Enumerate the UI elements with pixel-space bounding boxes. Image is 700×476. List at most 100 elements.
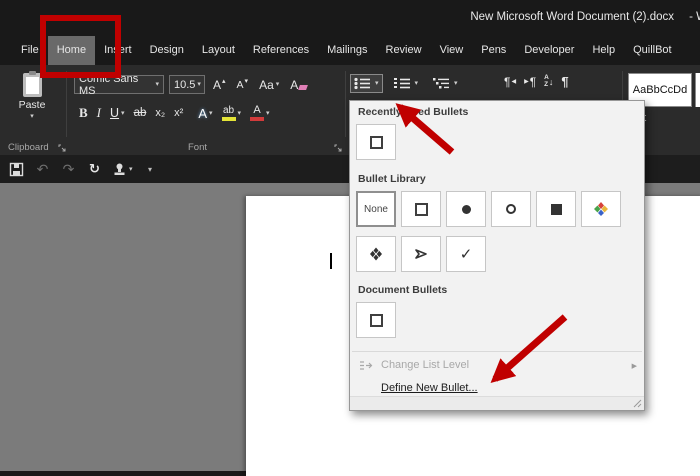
document-bullets-header: Document Bullets <box>358 284 448 296</box>
numbered-list-icon <box>393 78 410 89</box>
bullet-tile-arrowhead[interactable] <box>401 236 441 272</box>
tab-layout[interactable]: Layout <box>193 36 244 65</box>
bullets-chevron-icon: ▾ <box>375 80 379 87</box>
diamond-cluster-bullet-icon <box>370 247 382 261</box>
ink-tool-button[interactable]: ▾ <box>112 159 133 179</box>
resize-grip-icon[interactable] <box>633 399 642 408</box>
recently-used-header: Recently Used Bullets <box>358 106 469 118</box>
tab-references[interactable]: References <box>244 36 318 65</box>
bullet-tile-checkmark[interactable]: ✓ <box>446 236 486 272</box>
redo-button[interactable]: ↷ <box>60 159 77 179</box>
tab-file[interactable]: File <box>12 36 48 65</box>
sort-button[interactable]: A Z ↓ <box>544 74 554 88</box>
bullet-tile-diamond-cluster[interactable] <box>356 236 396 272</box>
paste-button[interactable]: Paste ▾ <box>8 71 56 139</box>
ltr-direction-button[interactable]: ¶ ◀ <box>504 75 516 89</box>
tab-design[interactable]: Design <box>141 36 193 65</box>
filled-circle-bullet-icon <box>461 204 471 214</box>
grow-font-glyph: A <box>213 77 222 92</box>
tab-help[interactable]: Help <box>583 36 624 65</box>
multilevel-list-button[interactable]: ▾ <box>429 74 462 93</box>
tab-home[interactable]: Home <box>39 15 122 78</box>
arrowhead-bullet-icon <box>414 249 427 259</box>
strikethrough-button[interactable]: ab <box>131 103 150 123</box>
show-hide-pilcrow-button[interactable]: ¶ <box>561 74 568 89</box>
numbering-button[interactable]: ▾ <box>390 74 423 93</box>
clear-formatting-button[interactable]: A <box>287 75 310 95</box>
change-case-glyph: Aa <box>259 77 274 92</box>
text-effects-button[interactable]: A ▾ <box>195 103 215 123</box>
grow-font-button[interactable]: A ▴ <box>210 75 229 95</box>
font-dialog-launcher-icon[interactable] <box>334 144 342 152</box>
sort-down-arrow-icon: ↓ <box>548 76 554 87</box>
text-effects-glyph: A <box>198 105 207 121</box>
ribbon-tab-bar: File Home Insert Design Layout Reference… <box>0 15 700 78</box>
bullet-tile-square-outline[interactable] <box>401 191 441 227</box>
subscript-button[interactable]: x₂ <box>152 103 168 123</box>
checkmark-bullet-icon: ✓ <box>459 246 473 263</box>
menu-separator <box>352 351 642 352</box>
define-new-bullet-label: Define New Bullet... <box>381 382 478 394</box>
underline-button[interactable]: U ▾ <box>107 103 128 123</box>
tab-review[interactable]: Review <box>377 36 431 65</box>
none-label: None <box>364 203 388 215</box>
bullet-list-icon <box>354 77 370 90</box>
paragraph-row: ▾ ▾ ▾ <box>350 74 462 93</box>
clipboard-group-text: Clipboard <box>8 142 49 153</box>
bullets-button[interactable]: ▾ <box>350 74 383 93</box>
save-button[interactable] <box>8 159 25 179</box>
bullet-tile-none[interactable]: None <box>356 191 396 227</box>
change-case-chevron-icon: ▾ <box>275 81 280 88</box>
tab-mailings[interactable]: Mailings <box>318 36 376 65</box>
tab-view[interactable]: View <box>431 36 473 65</box>
highlight-color-button[interactable]: ab ▾ <box>219 103 245 123</box>
rtl-direction-button[interactable]: ▶ ¶ <box>524 75 536 89</box>
style-preview-text: AaBbCcDd <box>632 84 688 96</box>
font-group-text: Font <box>188 142 208 153</box>
bullet-tile-filled-square[interactable] <box>536 191 576 227</box>
undo-button[interactable]: ↶ <box>34 159 51 179</box>
clipboard-dialog-launcher-icon[interactable] <box>58 144 66 152</box>
panel-footer <box>350 396 644 410</box>
ltr-pilcrow-glyph: ¶ <box>504 74 511 89</box>
font-name-value: Comic Sans MS <box>79 72 139 97</box>
paste-chevron-icon: ▾ <box>30 113 34 120</box>
document-bullet-square-outline[interactable] <box>356 302 396 338</box>
bullet-tile-color-diamonds[interactable] <box>581 191 621 227</box>
font-color-button[interactable]: A ▾ <box>247 103 273 123</box>
submenu-arrow-icon: ▶ <box>631 363 637 370</box>
bold-button[interactable]: B <box>76 103 91 123</box>
qat-customize-button[interactable]: ▾ <box>142 159 159 179</box>
tab-quillbot[interactable]: QuillBot <box>624 36 681 65</box>
tab-insert[interactable]: Insert <box>95 36 141 65</box>
bullet-tile-open-circle[interactable] <box>491 191 531 227</box>
bullets-dropdown: Recently Used Bullets Bullet Library Non… <box>349 100 645 411</box>
bullet-tile-filled-circle[interactable] <box>446 191 486 227</box>
superscript-button[interactable]: x² <box>171 103 186 123</box>
repeat-button[interactable]: ↻ <box>86 159 103 179</box>
underline-glyph: U <box>110 106 120 120</box>
font-group-label: Font <box>188 142 207 153</box>
tab-developer[interactable]: Developer <box>515 36 583 65</box>
font-size-value: 10.5 <box>174 78 196 91</box>
font-name-combo[interactable]: Comic Sans MS ▾ <box>74 72 164 97</box>
rtl-arrow-icon: ▶ <box>524 79 529 85</box>
ink-stamp-icon <box>114 163 125 175</box>
italic-button[interactable]: I <box>94 103 104 123</box>
font-size-combo[interactable]: 10.5 ▾ <box>169 75 205 94</box>
change-list-level-item[interactable]: Change List Level ▶ <box>350 356 644 375</box>
window-title-suffix: - W <box>689 11 700 23</box>
bullet-library-header: Bullet Library <box>358 173 426 185</box>
font-color-chevron-icon: ▾ <box>266 109 270 117</box>
direction-row: ¶ ◀ ▶ ¶ A Z ↓ ¶ <box>504 74 569 89</box>
ink-tool-chevron-icon: ▾ <box>129 165 133 173</box>
tab-pens[interactable]: Pens <box>472 36 515 65</box>
styles-gallery-scroll[interactable] <box>695 73 700 107</box>
recent-bullet-square-outline[interactable] <box>356 124 396 160</box>
highlight-glyph-stack: ab <box>221 105 236 121</box>
shrink-font-button[interactable]: A ▾ <box>234 75 252 95</box>
clipboard-group-label: Clipboard <box>8 142 66 153</box>
multilevel-list-icon <box>433 78 450 89</box>
rtl-pilcrow-glyph: ¶ <box>529 74 537 89</box>
change-case-button[interactable]: Aa ▾ <box>256 75 282 95</box>
